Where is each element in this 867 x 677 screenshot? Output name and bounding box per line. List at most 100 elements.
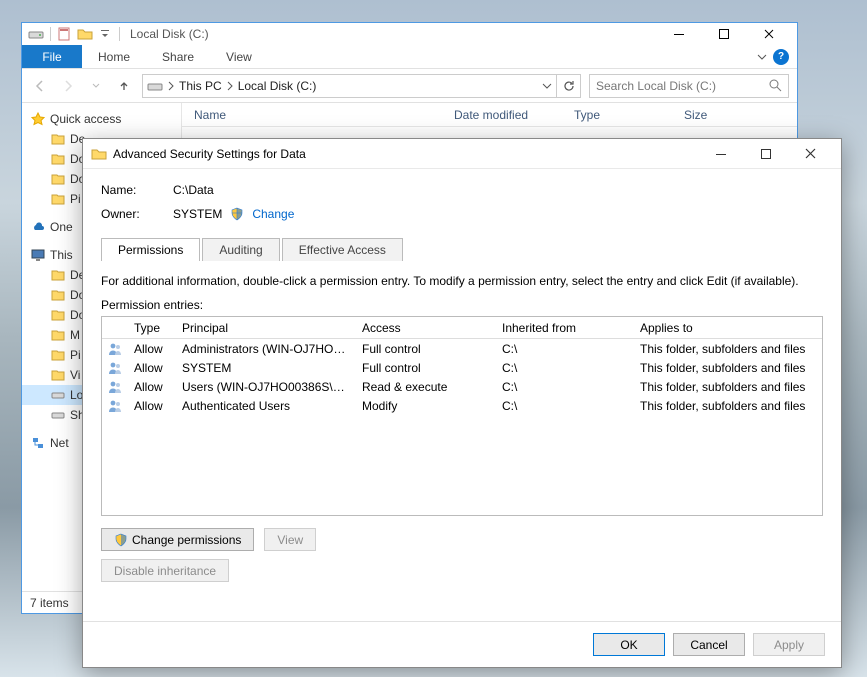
- change-owner-link[interactable]: Change: [252, 207, 294, 221]
- owner-label: Owner:: [101, 207, 173, 221]
- name-label: Name:: [101, 183, 173, 197]
- column-headers[interactable]: Name Date modified Type Size: [182, 103, 797, 127]
- forward-button[interactable]: [58, 76, 78, 96]
- column-size[interactable]: Size: [672, 108, 752, 122]
- table-header[interactable]: Type Principal Access Inherited from App…: [102, 317, 822, 339]
- cell-applies: This folder, subfolders and files: [634, 342, 822, 356]
- cell-applies: This folder, subfolders and files: [634, 380, 822, 394]
- users-icon: [102, 342, 128, 356]
- tab-auditing[interactable]: Auditing: [202, 238, 279, 261]
- qat-dropdown-icon[interactable]: [97, 26, 113, 42]
- maximize-button[interactable]: [743, 144, 788, 164]
- dialog-title: Advanced Security Settings for Data: [113, 147, 306, 161]
- table-row[interactable]: AllowAuthenticated UsersModifyC:\This fo…: [102, 396, 822, 415]
- cancel-button[interactable]: Cancel: [673, 633, 745, 656]
- col-type[interactable]: Type: [128, 321, 176, 335]
- cell-access: Full control: [356, 361, 496, 375]
- folder-icon: [50, 191, 66, 207]
- view-button[interactable]: View: [264, 528, 316, 551]
- column-date[interactable]: Date modified: [442, 108, 562, 122]
- cell-principal: SYSTEM: [176, 361, 356, 375]
- folder-icon: [50, 131, 66, 147]
- search-input[interactable]: Search Local Disk (C:): [589, 74, 789, 98]
- address-bar[interactable]: This PC Local Disk (C:): [142, 74, 557, 98]
- apply-button[interactable]: Apply: [753, 633, 825, 656]
- button-label: View: [277, 533, 303, 547]
- folder-icon: [50, 151, 66, 167]
- folder-icon: [50, 347, 66, 363]
- ribbon-expand-icon[interactable]: [757, 52, 767, 62]
- tab-effective-access[interactable]: Effective Access: [282, 238, 403, 261]
- users-icon: [102, 361, 128, 375]
- ribbon: File Home Share View ?: [22, 45, 797, 69]
- tab-strip: Permissions Auditing Effective Access: [101, 237, 823, 260]
- address-bar-row: This PC Local Disk (C:) Search Local Dis…: [22, 69, 797, 103]
- chevron-right-icon[interactable]: [226, 81, 234, 91]
- quick-access-node[interactable]: Quick access: [22, 109, 181, 129]
- cell-type: Allow: [128, 361, 176, 375]
- cell-inherited: C:\: [496, 342, 634, 356]
- quick-access-toolbar: Local Disk (C:): [28, 26, 209, 42]
- change-permissions-button[interactable]: Change permissions: [101, 528, 254, 551]
- ribbon-file-tab[interactable]: File: [22, 45, 82, 68]
- table-row[interactable]: AllowUsers (WIN-OJ7HO00386S\Us…Read & ex…: [102, 377, 822, 396]
- ribbon-share-tab[interactable]: Share: [146, 45, 210, 68]
- back-button[interactable]: [30, 76, 50, 96]
- ok-button[interactable]: OK: [593, 633, 665, 656]
- refresh-button[interactable]: [557, 74, 581, 98]
- tree-label: Quick access: [50, 112, 121, 126]
- address-dropdown-icon[interactable]: [542, 81, 552, 91]
- folder-icon: [50, 367, 66, 383]
- permission-table[interactable]: Type Principal Access Inherited from App…: [101, 316, 823, 516]
- folder-icon: [91, 146, 107, 162]
- dialog-titlebar[interactable]: Advanced Security Settings for Data: [83, 139, 841, 169]
- button-label: Disable inheritance: [114, 564, 216, 578]
- col-inherited[interactable]: Inherited from: [496, 321, 634, 335]
- explorer-titlebar[interactable]: Local Disk (C:): [22, 23, 797, 45]
- close-button[interactable]: [788, 144, 833, 164]
- drive-icon: [50, 407, 66, 423]
- network-icon: [30, 435, 46, 451]
- col-access[interactable]: Access: [356, 321, 496, 335]
- up-button[interactable]: [114, 76, 134, 96]
- column-name[interactable]: Name: [182, 108, 442, 122]
- folder-icon: [50, 287, 66, 303]
- table-row[interactable]: AllowSYSTEMFull controlC:\This folder, s…: [102, 358, 822, 377]
- search-placeholder: Search Local Disk (C:): [596, 79, 716, 93]
- tree-label: This: [50, 248, 73, 262]
- properties-icon[interactable]: [57, 26, 73, 42]
- tree-label: One: [50, 220, 73, 234]
- table-row[interactable]: AllowAdministrators (WIN-OJ7HO0…Full con…: [102, 339, 822, 358]
- col-principal[interactable]: Principal: [176, 321, 356, 335]
- cell-applies: This folder, subfolders and files: [634, 399, 822, 413]
- ribbon-view-tab[interactable]: View: [210, 45, 268, 68]
- disable-inheritance-button[interactable]: Disable inheritance: [101, 559, 229, 582]
- ribbon-home-tab[interactable]: Home: [82, 45, 146, 68]
- chevron-right-icon[interactable]: [167, 81, 175, 91]
- minimize-button[interactable]: [698, 144, 743, 164]
- shield-icon: [230, 207, 244, 221]
- users-icon: [102, 399, 128, 413]
- owner-value: SYSTEM: [173, 207, 222, 221]
- help-icon[interactable]: ?: [773, 49, 789, 65]
- folder-icon: [50, 171, 66, 187]
- cell-access: Modify: [356, 399, 496, 413]
- col-applies[interactable]: Applies to: [634, 321, 822, 335]
- separator: [50, 27, 51, 41]
- new-folder-icon[interactable]: [77, 26, 93, 42]
- recent-dropdown-icon[interactable]: [86, 76, 106, 96]
- breadcrumb-this-pc[interactable]: This PC: [179, 79, 222, 93]
- minimize-button[interactable]: [656, 24, 701, 44]
- cell-principal: Users (WIN-OJ7HO00386S\Us…: [176, 380, 356, 394]
- monitor-icon: [30, 247, 46, 263]
- tree-label: Net: [50, 436, 69, 450]
- cell-type: Allow: [128, 380, 176, 394]
- tab-permissions[interactable]: Permissions: [101, 238, 200, 261]
- cell-principal: Authenticated Users: [176, 399, 356, 413]
- column-type[interactable]: Type: [562, 108, 672, 122]
- close-button[interactable]: [746, 24, 791, 44]
- cell-type: Allow: [128, 342, 176, 356]
- breadcrumb-drive[interactable]: Local Disk (C:): [238, 79, 317, 93]
- maximize-button[interactable]: [701, 24, 746, 44]
- folder-icon: [50, 267, 66, 283]
